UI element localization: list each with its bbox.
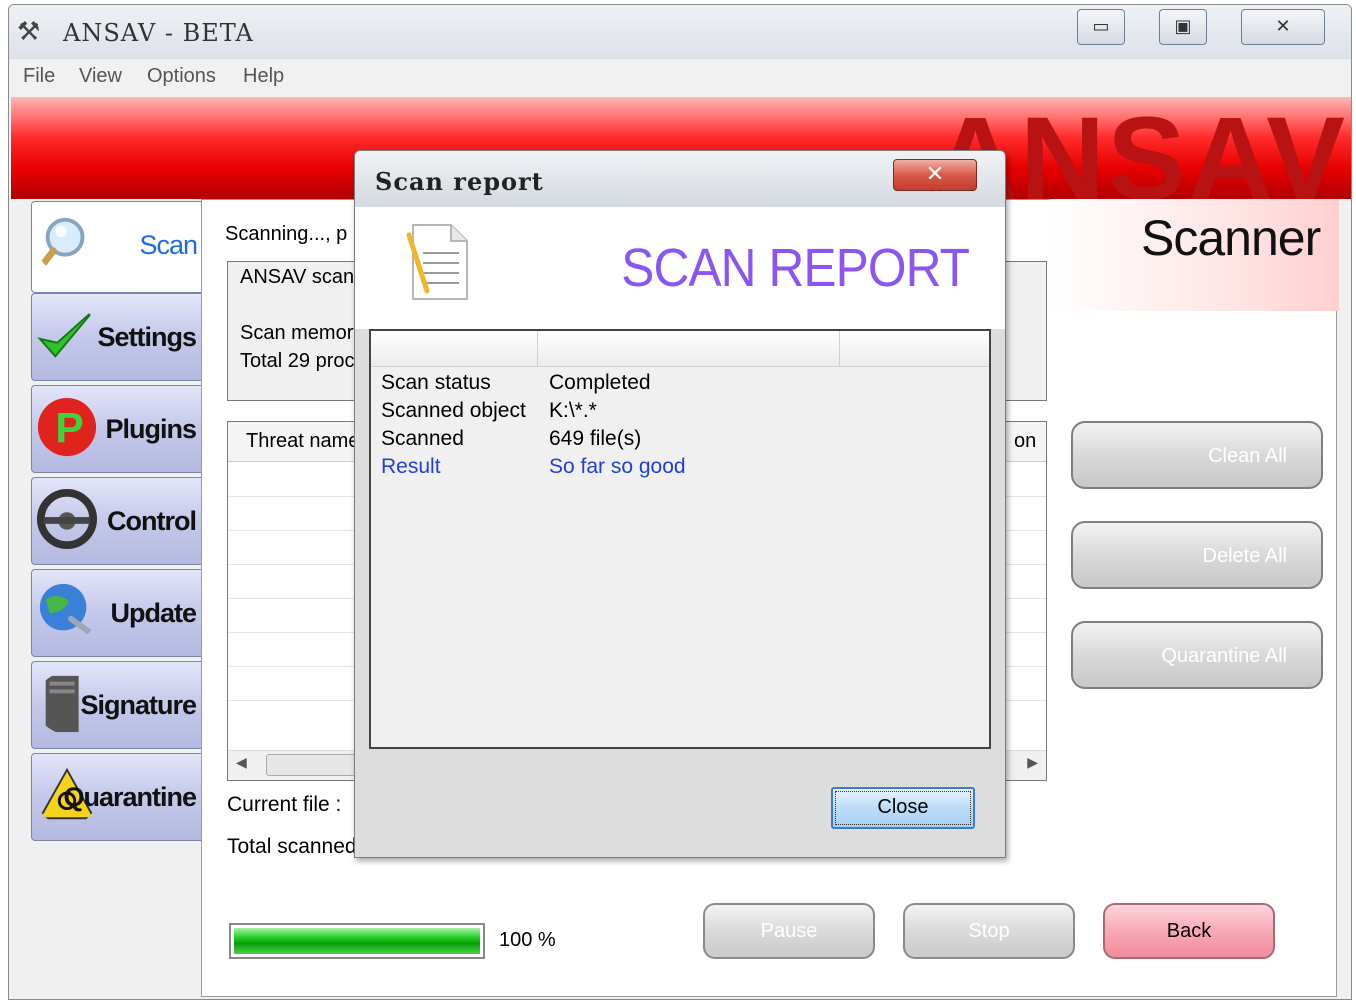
- nav-label-update: Update: [110, 598, 197, 628]
- title-bar[interactable]: ⚒ ANSAV - BETA ▭ ▣ ✕: [9, 5, 1351, 59]
- report-key-result: Result: [381, 455, 441, 478]
- report-column-header: [371, 331, 989, 367]
- dialog-title-bar[interactable]: Scan report ✕: [355, 151, 1005, 207]
- report-value-scanned-object: K:\*.*: [549, 399, 597, 422]
- scan-progress-bar: [229, 923, 485, 959]
- nav-tab-control[interactable]: Control: [31, 477, 203, 565]
- nav-tab-quarantine[interactable]: Quarantine: [31, 753, 203, 841]
- quarantine-all-button[interactable]: Quarantine All: [1071, 621, 1323, 689]
- progress-percent: 100 %: [499, 929, 556, 951]
- scan-status-text: Scanning..., p: [225, 223, 348, 245]
- progress-fill: [234, 928, 480, 954]
- nav-label-quarantine: Quarantine: [63, 782, 197, 812]
- nav-label-signature: Signature: [80, 690, 197, 720]
- nav-label-plugins: Plugins: [105, 414, 197, 444]
- report-value-scan-status: Completed: [549, 371, 651, 394]
- report-value-scanned: 649 file(s): [549, 427, 642, 450]
- nav-label-scan: Scan: [139, 230, 198, 260]
- info-line: Scan memory: [240, 322, 364, 344]
- app-icon: ⚒: [17, 17, 41, 47]
- dialog-close-icon[interactable]: ✕: [893, 159, 977, 191]
- globe-update-icon: [39, 583, 96, 638]
- column-divider[interactable]: [839, 331, 840, 367]
- window-title: ANSAV - BETA: [63, 19, 254, 47]
- delete-all-button[interactable]: Delete All: [1071, 521, 1323, 589]
- steering-wheel-icon: [36, 488, 98, 550]
- column-threat-name[interactable]: Threat name: [246, 430, 359, 453]
- dialog-close-button[interactable]: Close: [831, 787, 975, 829]
- menu-view[interactable]: View: [79, 65, 122, 88]
- dialog-header: SCAN REPORT: [355, 207, 1005, 329]
- nav-tab-settings[interactable]: Settings: [31, 293, 203, 381]
- plugin-p-icon: P: [37, 397, 97, 457]
- scroll-left-icon[interactable]: ◀: [236, 755, 247, 771]
- nav-label-settings: Settings: [97, 322, 197, 352]
- current-file-label: Current file :: [227, 793, 342, 816]
- menu-file[interactable]: File: [23, 65, 55, 88]
- menu-options[interactable]: Options: [147, 65, 216, 88]
- scan-report-dialog: Scan report ✕ SCAN REPORT Scan status Co…: [354, 150, 1006, 858]
- document-pencil-icon: [406, 224, 468, 300]
- report-details-list[interactable]: Scan status Completed Scanned object K:\…: [369, 329, 991, 749]
- column-divider[interactable]: [537, 331, 538, 367]
- info-line: ANSAV scann: [240, 266, 366, 288]
- nav-tab-plugins[interactable]: P Plugins: [31, 385, 203, 473]
- clean-all-button[interactable]: Clean All: [1071, 421, 1323, 489]
- minimize-button[interactable]: ▭: [1077, 9, 1125, 45]
- checkmark-icon: [37, 309, 95, 358]
- close-window-button[interactable]: ✕: [1241, 9, 1325, 45]
- total-scanned-label: Total scanned: [227, 835, 357, 858]
- magnifier-icon: [36, 217, 85, 272]
- report-key-scanned: Scanned: [381, 427, 464, 450]
- scroll-right-icon[interactable]: ▶: [1027, 755, 1038, 771]
- svg-text:P: P: [55, 405, 83, 453]
- maximize-button[interactable]: ▣: [1159, 9, 1207, 45]
- pause-button[interactable]: Pause: [703, 903, 875, 959]
- menu-help[interactable]: Help: [243, 65, 284, 88]
- scroll-thumb[interactable]: [266, 754, 366, 776]
- info-line: Total 29 proc: [240, 350, 355, 372]
- report-heading: SCAN REPORT: [621, 238, 970, 298]
- stop-button[interactable]: Stop: [903, 903, 1075, 959]
- nav-tab-signature[interactable]: Signature: [31, 661, 203, 749]
- report-value-result: So far so good: [549, 455, 686, 478]
- back-button[interactable]: Back: [1103, 903, 1275, 959]
- section-title: Scanner: [1141, 210, 1321, 266]
- report-key-scan-status: Scan status: [381, 371, 491, 394]
- nav-tab-scan[interactable]: Scan: [31, 201, 207, 293]
- dialog-title: Scan report: [375, 167, 544, 196]
- column-action[interactable]: on: [1014, 430, 1036, 453]
- nav-label-control: Control: [107, 506, 197, 536]
- report-key-scanned-object: Scanned object: [381, 399, 526, 422]
- nav-tab-update[interactable]: Update: [31, 569, 203, 657]
